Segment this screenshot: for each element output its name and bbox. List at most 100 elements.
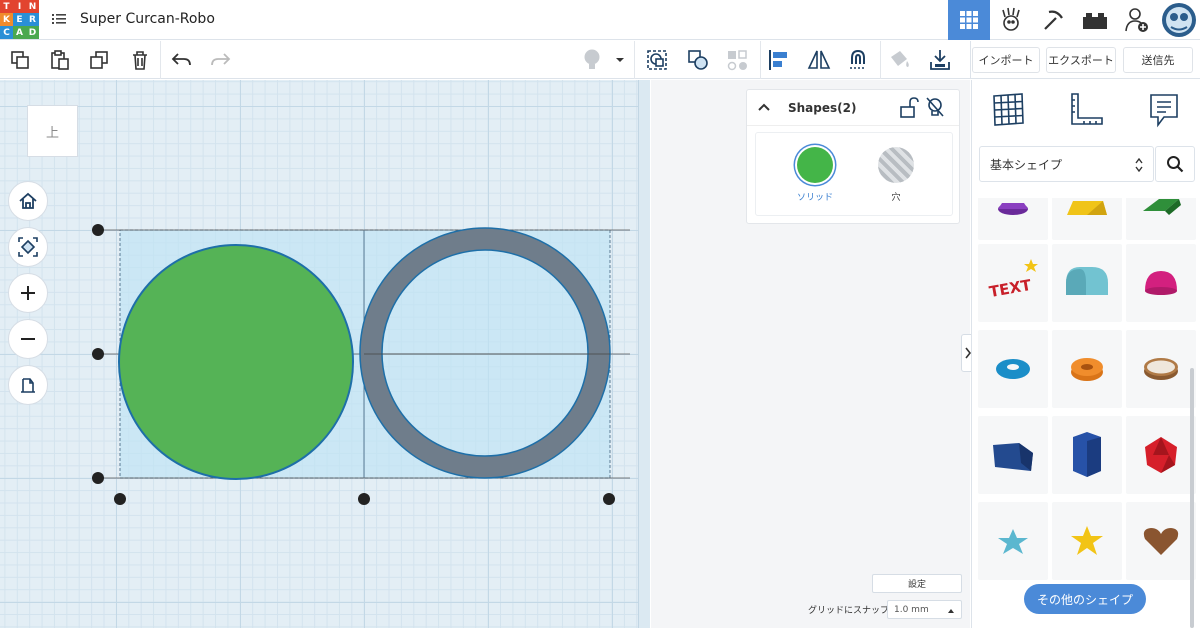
more-shapes-button[interactable]: その他のシェイプ <box>1024 584 1146 614</box>
mirror-button[interactable] <box>806 48 832 72</box>
snap-grid-label: グリッドにスナップ <box>808 606 890 616</box>
fit-view-button[interactable] <box>8 227 48 267</box>
search-icon <box>1167 156 1184 173</box>
send-to-button[interactable]: 送信先 <box>1123 47 1193 73</box>
shape-item-tube[interactable] <box>1052 330 1122 408</box>
workplane-tab[interactable] <box>988 90 1028 130</box>
chevron-up-icon[interactable] <box>757 102 771 112</box>
top-bar: T I N K E R C A D Super Curcan-Robo <box>0 0 1200 40</box>
project-title[interactable]: Super Curcan-Robo <box>80 11 215 27</box>
notes-light-button[interactable] <box>579 48 605 72</box>
logo-letter: E <box>13 13 26 26</box>
group-button[interactable] <box>644 48 670 72</box>
redo-button[interactable] <box>208 48 234 72</box>
copy-icon <box>11 51 29 69</box>
duplicate-button[interactable] <box>86 48 112 72</box>
3d-view-button[interactable] <box>948 0 990 40</box>
zoom-out-button[interactable] <box>8 319 48 359</box>
divider <box>760 41 761 79</box>
shape-item-star-yellow[interactable] <box>1052 502 1122 580</box>
grid-icon <box>960 11 978 29</box>
resize-handle[interactable] <box>603 493 615 505</box>
shape-item-half-cylinder[interactable] <box>1052 244 1122 322</box>
ungroup-button[interactable] <box>685 48 711 72</box>
copy-button[interactable] <box>7 48 33 72</box>
home-view-button[interactable] <box>8 181 48 221</box>
user-add-button[interactable] <box>1116 0 1158 40</box>
caret-up-icon <box>948 609 954 613</box>
align-button[interactable] <box>766 48 792 72</box>
inspector-title: Shapes(2) <box>788 101 857 115</box>
perspective-cube-icon <box>21 378 35 393</box>
star-yellow-shape-icon <box>1071 526 1103 555</box>
shape-item-torus[interactable] <box>978 330 1048 408</box>
shape-item-icosahedron[interactable] <box>1126 416 1196 494</box>
workplane-canvas[interactable] <box>0 80 650 628</box>
shape-item-polygon[interactable] <box>1052 416 1122 494</box>
export-button[interactable]: エクスポート <box>1046 47 1116 73</box>
workplane-scene <box>92 224 630 505</box>
resize-handle[interactable] <box>114 493 126 505</box>
light-off-icon[interactable] <box>925 96 945 120</box>
shape-item-wedge-box[interactable] <box>978 416 1048 494</box>
resize-handle[interactable] <box>92 472 104 484</box>
edit-toolbar <box>0 41 970 79</box>
paste-button[interactable] <box>47 48 73 72</box>
snap-grid-select[interactable]: 1.0 mm <box>887 600 962 619</box>
note-icon <box>1150 94 1178 128</box>
half-cylinder-shape-icon <box>1066 267 1108 295</box>
hole-swatch[interactable] <box>878 147 914 183</box>
notes-tab[interactable] <box>1144 90 1184 130</box>
cylinder-shape[interactable] <box>118 244 354 480</box>
zoom-in-button[interactable] <box>8 273 48 313</box>
resize-handle[interactable] <box>92 348 104 360</box>
shape-item-pyramid[interactable] <box>1052 198 1122 240</box>
trash-icon <box>133 51 147 70</box>
shape-library: 基本シェイプ TEXT <box>971 80 1200 628</box>
paint-button[interactable] <box>887 48 913 72</box>
library-scrollbar[interactable] <box>1190 368 1194 628</box>
shape-search-button[interactable] <box>1155 146 1195 182</box>
resize-handle[interactable] <box>358 493 370 505</box>
ruler-tab[interactable] <box>1066 90 1106 130</box>
ungroup-disabled-button[interactable] <box>724 48 750 72</box>
align-icon <box>769 50 787 70</box>
lightbulb-icon <box>584 49 600 69</box>
delete-button[interactable] <box>127 48 153 72</box>
import-export-button[interactable] <box>927 48 953 72</box>
view-cube[interactable]: 上 <box>27 105 78 157</box>
tinkercad-logo[interactable]: T I N K E R C A D <box>0 0 40 40</box>
solid-swatch[interactable] <box>797 147 833 183</box>
settings-button[interactable]: 設定 <box>872 574 962 593</box>
list-menu-icon[interactable] <box>52 12 66 26</box>
shape-item-text[interactable]: TEXT <box>978 244 1048 322</box>
divider <box>880 41 881 79</box>
shape-category-value: 基本シェイプ <box>990 157 1063 172</box>
bricks-button[interactable] <box>1074 0 1116 40</box>
cruise-button[interactable] <box>845 48 871 72</box>
shape-item-ring[interactable] <box>1126 330 1196 408</box>
shape-item-heart[interactable] <box>1126 502 1196 580</box>
shape-item-star[interactable] <box>978 502 1048 580</box>
magnet-icon <box>850 49 866 69</box>
resize-handle[interactable] <box>92 224 104 236</box>
undo-button[interactable] <box>168 48 194 72</box>
shape-item-half-sphere[interactable] <box>1126 244 1196 322</box>
codeblocks-button[interactable] <box>1032 0 1074 40</box>
pyramid-shape-icon <box>1067 201 1107 215</box>
shape-grid: TEXT <box>972 198 1200 628</box>
roof-shape-icon <box>1143 199 1181 215</box>
avatar[interactable] <box>1158 0 1200 40</box>
shape-item-cone[interactable] <box>978 198 1048 240</box>
projection-button[interactable] <box>8 365 48 405</box>
shape-category-select[interactable]: 基本シェイプ <box>979 146 1154 182</box>
logo-letter: R <box>26 13 39 26</box>
notes-dropdown[interactable] <box>612 48 628 72</box>
unlock-icon[interactable] <box>899 97 919 119</box>
solid-label: ソリッド <box>796 193 833 203</box>
box-shape-icon <box>993 443 1033 471</box>
logo-letter: T <box>0 0 13 13</box>
shape-item-roof[interactable] <box>1126 198 1196 240</box>
import-button[interactable]: インポート <box>972 47 1040 73</box>
circuits-button[interactable] <box>990 0 1032 40</box>
